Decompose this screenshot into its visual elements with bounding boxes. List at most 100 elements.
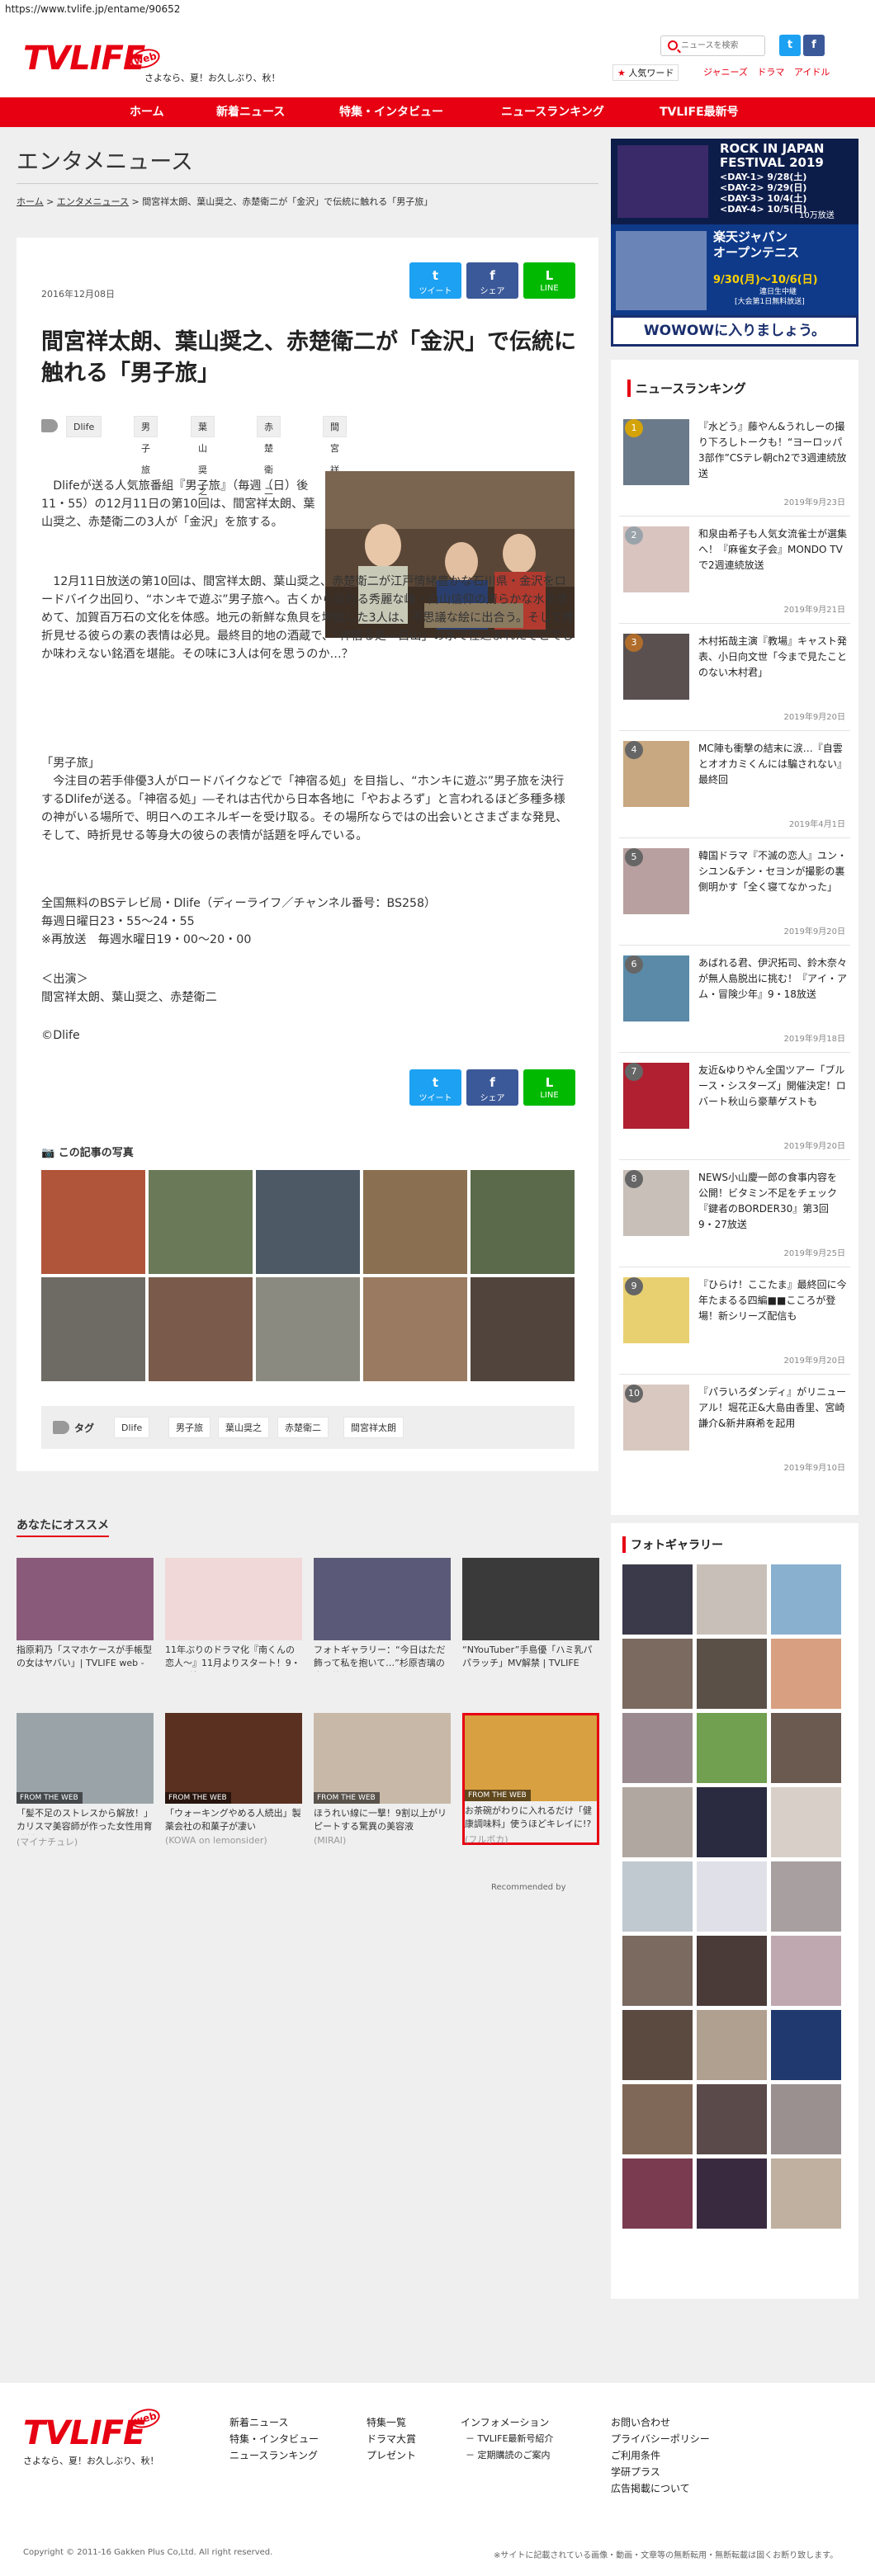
tag[interactable]: 葉山奨之 (218, 1417, 269, 1438)
recommend-item[interactable]: FROM THE WEB 「ウォーキングやめる人続出」製薬会社の和菓子が凄い (KO… (165, 1713, 302, 1846)
ranking-item[interactable]: 3 木村拓哉主演『教場』キャスト発表、小日向文世「今まで見たことのない木村君」 20… (619, 624, 850, 731)
breadcrumb-section[interactable]: エンタメニュース (57, 196, 129, 207)
gallery-photo[interactable] (771, 2158, 841, 2229)
gallery-photo[interactable] (622, 1787, 693, 1857)
gallery-photo[interactable] (622, 2158, 693, 2229)
facebook-share-button[interactable]: f シェア (466, 262, 518, 299)
footer-link[interactable]: ニュースランキング (229, 2447, 319, 2464)
tag[interactable]: 間宮祥太朗 (323, 416, 347, 518)
site-logo[interactable]: TVLIFE (23, 40, 145, 78)
gallery-thumb[interactable] (471, 1277, 575, 1381)
footer-link[interactable]: － 定期購読のご案内 (461, 2447, 553, 2464)
gallery-photo[interactable] (697, 1639, 767, 1709)
gallery-photo[interactable] (771, 1713, 841, 1783)
gallery-photo[interactable] (697, 1713, 767, 1783)
gallery-photo[interactable] (771, 1639, 841, 1709)
ranking-item[interactable]: 10 『パラいろダンディ』がリニューアル！堀花正&大島由香里、宮崎謙介&新井麻希を… (619, 1375, 850, 1482)
gallery-photo[interactable] (697, 1861, 767, 1932)
recommend-item[interactable]: FROM THE WEB 「髪不足のストレスから解放！」カリスマ美容師が作った女性… (17, 1713, 154, 1847)
gallery-photo[interactable] (622, 1564, 693, 1635)
ranking-item[interactable]: 2 和泉由希子も人気女流雀士が選集へ！『麻雀女子会』MONDO TVで2週連続放送… (619, 517, 850, 624)
breadcrumb-home[interactable]: ホーム (17, 196, 44, 207)
nav-new-news[interactable]: 新着ニュース (216, 97, 285, 127)
line-button[interactable]: L LINE (523, 262, 575, 299)
footer-link[interactable]: ご利用条件 (611, 2447, 710, 2464)
search-box[interactable] (660, 35, 765, 56)
gallery-photo[interactable] (697, 2158, 767, 2229)
gallery-photo[interactable] (697, 2010, 767, 2080)
gallery-thumb[interactable] (149, 1277, 253, 1381)
recommend-item[interactable]: FROM THE WEB ほうれい線に一撃！9割以上がリピートする驚異の美容液 (M… (314, 1713, 451, 1846)
tag[interactable]: 男子旅 (134, 416, 158, 475)
gallery-thumb[interactable] (363, 1170, 467, 1274)
nav-features[interactable]: 特集・インタビュー (339, 97, 443, 127)
footer-link[interactable]: － TVLIFE最新号紹介 (461, 2431, 553, 2447)
gallery-thumb[interactable] (149, 1170, 253, 1274)
gallery-photo[interactable] (622, 2010, 693, 2080)
gallery-thumb[interactable] (256, 1170, 360, 1274)
line-button[interactable]: L LINE (523, 1069, 575, 1106)
gallery-photo[interactable] (697, 1936, 767, 2006)
twitter-icon[interactable]: t (779, 35, 801, 56)
gallery-photo[interactable] (622, 1861, 693, 1932)
gallery-thumb[interactable] (256, 1277, 360, 1381)
gallery-thumb[interactable] (41, 1170, 145, 1274)
nav-latest-issue[interactable]: TVLIFE最新号 (660, 97, 739, 127)
ranking-item[interactable]: 8 NEWS小山慶一郎の食事内容を公開！ビタミン不足をチェック『鍵者のBORDER… (619, 1160, 850, 1267)
footer-link[interactable]: 新着ニュース (229, 2414, 319, 2431)
gallery-thumb[interactable] (41, 1277, 145, 1381)
gallery-photo[interactable] (622, 1713, 693, 1783)
footer-link[interactable]: ドラマ大賞 (367, 2431, 416, 2447)
gallery-photo[interactable] (697, 2084, 767, 2154)
recommended-by[interactable]: Recommended by (491, 1883, 566, 1892)
footer-link[interactable]: お問い合わせ (611, 2414, 710, 2431)
gallery-photo[interactable] (697, 1787, 767, 1857)
ranking-item[interactable]: 7 友近&ゆりやん全国ツアー「ブルース・シスターズ」開催決定！ロバート秋山ら豪華ゲ… (619, 1053, 850, 1160)
tag[interactable]: 葉山奨之 (191, 416, 215, 497)
gallery-photo[interactable] (771, 2010, 841, 2080)
footer-link[interactable]: 特集一覧 (367, 2414, 416, 2431)
tag[interactable]: 赤楚衛二 (257, 416, 281, 497)
ranking-item[interactable]: 4 MC陣も衝撃の結末に涙…『自雲とオオカミくんには騙されない』最終回 2019年4… (619, 731, 850, 838)
popular-word[interactable]: アイドル (794, 67, 830, 78)
facebook-icon[interactable]: f (803, 35, 825, 56)
gallery-thumb[interactable] (363, 1277, 467, 1381)
nav-home[interactable]: ホーム (130, 97, 164, 127)
footer-link[interactable]: プレゼント (367, 2447, 416, 2464)
gallery-thumb[interactable] (471, 1170, 575, 1274)
footer-link[interactable]: 広告掲載について (611, 2480, 710, 2497)
tag[interactable]: 男子旅 (168, 1417, 210, 1438)
nav-ranking[interactable]: ニュースランキング (501, 97, 604, 127)
footer-link[interactable]: インフォメーション (461, 2414, 553, 2431)
ranking-item[interactable]: 1 『水どう』藤やん&うれしーの撮り下ろしトークも！“ヨーロッパ3部作”CSテレ朝… (619, 409, 850, 517)
footer-link[interactable]: 特集・インタビュー (229, 2431, 319, 2447)
gallery-photo[interactable] (622, 1639, 693, 1709)
tag[interactable]: Dlife (66, 416, 102, 437)
footer-link[interactable]: 学研プラス (611, 2464, 710, 2480)
tweet-button[interactable]: t ツイート (409, 262, 461, 299)
gallery-photo[interactable] (771, 1861, 841, 1932)
ranking-item[interactable]: 5 韓国ドラマ『不滅の恋人』ユン・シユン&チン・セヨンが撮影の裏側明かす「全く寝て… (619, 838, 850, 946)
gallery-photo[interactable] (622, 2084, 693, 2154)
ranking-item[interactable]: 6 あばれる君、伊沢拓司、鈴木奈々が無人島脱出に挑む！『アイ・アム・冒険少年』9・… (619, 946, 850, 1053)
ranking-item[interactable]: 9 『ひらけ！ここたま』最終回に今年たまるる四編■■こころが登場！新シリーズ配信も… (619, 1267, 850, 1375)
popular-word[interactable]: ドラマ (757, 67, 784, 78)
search-icon[interactable] (668, 40, 678, 50)
gallery-photo[interactable] (771, 1936, 841, 2006)
gallery-photo[interactable] (771, 2084, 841, 2154)
popular-word[interactable]: ジャニーズ (703, 67, 748, 78)
footer-logo[interactable]: TVLIFE (23, 2414, 145, 2452)
footer-link[interactable]: プライバシーポリシー (611, 2431, 710, 2447)
facebook-share-button[interactable]: f シェア (466, 1069, 518, 1106)
tag[interactable]: Dlife (114, 1417, 150, 1438)
gallery-photo[interactable] (771, 1787, 841, 1857)
gallery-photo[interactable] (771, 1564, 841, 1635)
wowow-banner[interactable]: ROCK IN JAPAN FESTIVAL 2019 <DAY-1> 9/28(… (611, 139, 858, 347)
recommend-item[interactable]: FROM THE WEB お茶碗がわりに入れるだけ「健康調味料」使うほどキレイに!… (462, 1713, 599, 1845)
gallery-photo[interactable] (622, 1936, 693, 2006)
gallery-photo[interactable] (697, 1564, 767, 1635)
tweet-button[interactable]: t ツイート (409, 1069, 461, 1106)
search-input[interactable] (681, 39, 762, 53)
tag[interactable]: 間宮祥太朗 (343, 1417, 404, 1438)
tag[interactable]: 赤楚衛二 (277, 1417, 329, 1438)
